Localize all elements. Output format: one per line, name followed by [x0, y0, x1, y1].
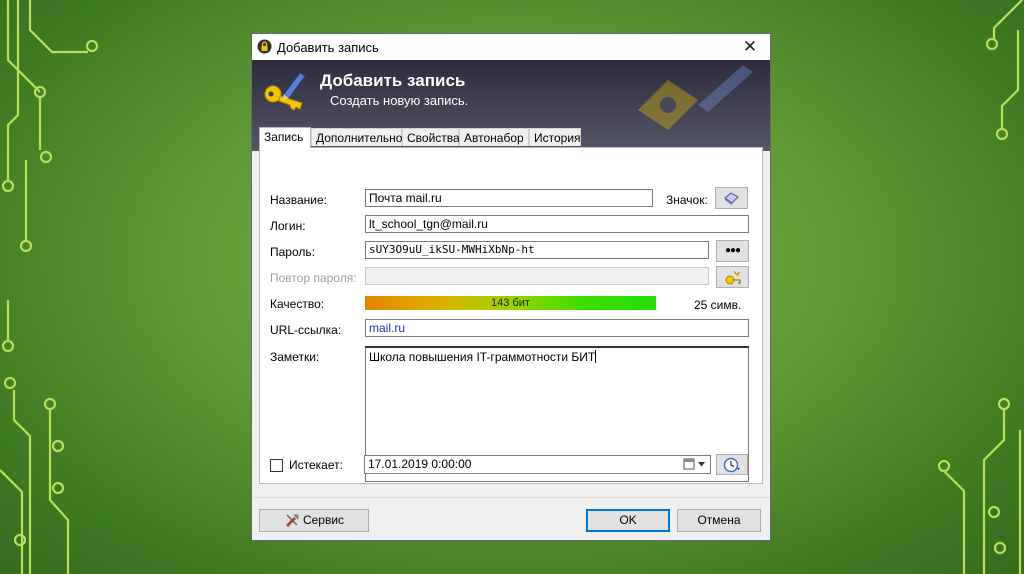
login-label: Логин:: [270, 219, 306, 233]
lock-icon: [257, 39, 272, 54]
url-field[interactable]: mail.ru: [365, 319, 749, 337]
key-pencil-icon: [264, 72, 306, 111]
password-generator-icon: [725, 270, 741, 285]
close-icon[interactable]: ✕: [736, 35, 764, 59]
tab-history[interactable]: История: [529, 128, 581, 146]
circuit-decoration-left: [0, 0, 99, 574]
password-quality-bar: 143 бит: [365, 296, 656, 310]
icon-picker-button[interactable]: [715, 187, 748, 209]
watermark-icon: [638, 65, 753, 130]
ok-button[interactable]: OK: [586, 509, 670, 532]
show-password-button[interactable]: ●●●: [716, 240, 749, 262]
title-bar: Добавить запись ✕: [252, 34, 770, 60]
expiry-date-value: 17.01.2019 0:00:00: [368, 457, 472, 471]
circuit-decoration-right: [937, 0, 1023, 574]
password-field[interactable]: sUY3O9uU_ikSU-MWHiXbNp-ht: [365, 241, 709, 259]
tab-entry[interactable]: Запись: [259, 127, 311, 148]
entry-icon: [724, 192, 739, 205]
tools-button[interactable]: Сервис: [259, 509, 369, 532]
expires-checkbox[interactable]: [270, 459, 283, 472]
notes-text: Школа повышения IT-граммотности БИТ: [369, 350, 596, 364]
char-count: 25 симв.: [694, 298, 742, 312]
password-generator-button[interactable]: [716, 266, 749, 288]
notes-label: Заметки:: [270, 350, 320, 364]
repeat-password-field: [365, 267, 709, 285]
banner-title: Добавить запись: [320, 71, 466, 90]
separator: [252, 497, 770, 498]
quality-label: Качество:: [270, 297, 325, 311]
expires-label[interactable]: Истекает:: [289, 458, 343, 472]
clock-icon: [723, 457, 740, 473]
title-field[interactable]: Почта mail.ru: [365, 189, 653, 207]
repeat-password-label: Повтор пароля:: [270, 271, 357, 285]
expiry-presets-button[interactable]: [716, 454, 748, 475]
entry-tab-panel: Название: Почта mail.ru Значок: Логин: l…: [259, 147, 763, 484]
text-caret: [595, 350, 597, 363]
url-label: URL-ссылка:: [270, 323, 342, 337]
add-entry-dialog: Добавить запись ✕ Добавить запись Создат…: [251, 33, 771, 541]
window-title: Добавить запись: [277, 40, 379, 55]
expiry-date-field[interactable]: 17.01.2019 0:00:00: [364, 455, 711, 474]
tab-properties[interactable]: Свойства: [402, 128, 460, 146]
login-field[interactable]: lt_school_tgn@mail.ru: [365, 215, 749, 233]
icon-label: Значок:: [666, 193, 708, 207]
tools-icon: [285, 514, 299, 527]
cancel-button[interactable]: Отмена: [677, 509, 761, 532]
banner-subtitle: Создать новую запись.: [330, 93, 469, 108]
calendar-dropdown-icon[interactable]: [682, 458, 708, 471]
password-label: Пароль:: [270, 245, 315, 259]
tools-button-label: Сервис: [302, 513, 345, 527]
tab-advanced[interactable]: Дополнительно: [311, 128, 402, 146]
tab-autotype[interactable]: Автонабор: [459, 128, 529, 146]
title-label: Название:: [270, 193, 327, 207]
